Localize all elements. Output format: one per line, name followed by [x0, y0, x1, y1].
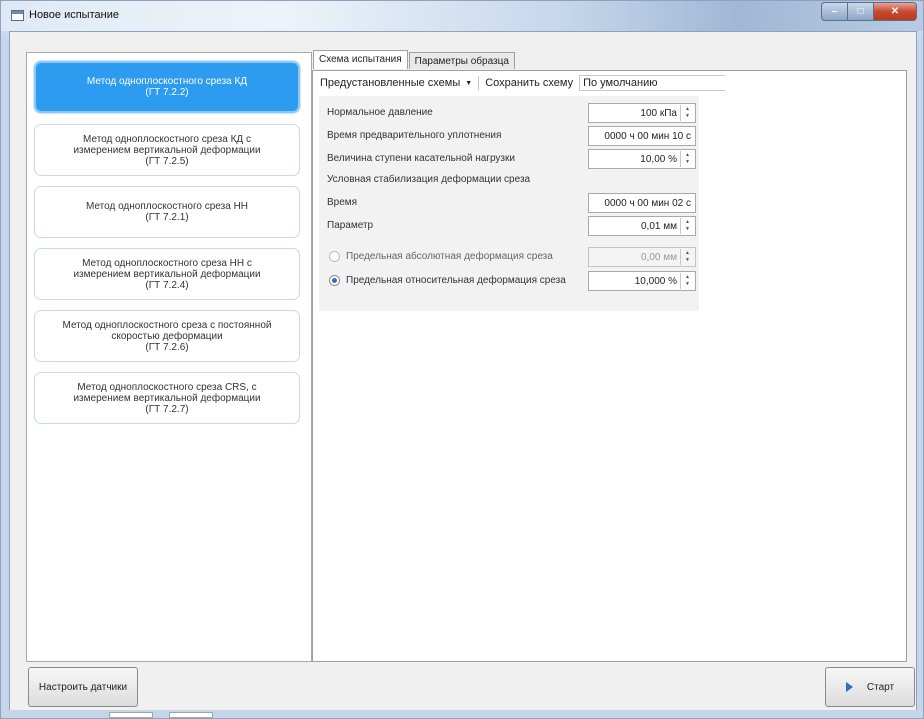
maximize-button[interactable]: □	[847, 2, 873, 21]
tab-test-scheme[interactable]: Схема испытания	[313, 50, 408, 69]
method-item-text: Метод одноплоскостного среза с постоянно…	[62, 319, 272, 353]
tab-strip: Схема испытания Параметры образца	[313, 50, 516, 69]
close-button[interactable]: ✕	[873, 2, 917, 21]
method-item-text: Метод одноплоскостного среза НН с измере…	[73, 257, 261, 291]
tab-sample-params[interactable]: Параметры образца	[408, 52, 515, 69]
play-icon	[845, 682, 853, 692]
title-bar[interactable]: Новое испытание – □ ✕	[1, 1, 923, 31]
configure-sensors-button[interactable]: Настроить датчики	[28, 667, 138, 707]
scheme-toolbar: Предустановленные схемы ▼ Сохранить схем…	[313, 71, 906, 95]
spinner-arrows-icon[interactable]: ▲ ▼	[680, 249, 694, 265]
scheme-name-field[interactable]: По умолчанию	[579, 75, 726, 91]
window-icon	[11, 10, 24, 21]
stab-time-input[interactable]: 0000 ч 00 мин 02 с	[588, 193, 696, 213]
taskbar-strip	[1, 710, 923, 718]
method-item-nn[interactable]: Метод одноплоскостного среза НН (ГТ 7.2.…	[34, 186, 300, 238]
maximize-icon: □	[857, 6, 864, 17]
window-title: Новое испытание	[29, 9, 119, 21]
method-item-constant-rate[interactable]: Метод одноплоскостного среза с постоянно…	[34, 310, 300, 362]
close-icon: ✕	[890, 6, 900, 17]
method-item-text: Метод одноплоскостного среза КД (ГТ 7.2.…	[86, 76, 248, 98]
taskbar-tab[interactable]	[109, 712, 153, 718]
method-item-kd-vertical[interactable]: Метод одноплоскостного среза КД с измере…	[34, 124, 300, 176]
abs-limit-input[interactable]: 0,00 мм ▲ ▼	[588, 247, 696, 267]
preconsolidation-time-input[interactable]: 0000 ч 00 мин 10 с	[588, 126, 696, 146]
preconsolidation-time-label: Время предварительного уплотнения	[327, 130, 502, 141]
method-item-kd[interactable]: Метод одноплоскостного среза КД (ГТ 7.2.…	[34, 61, 300, 113]
save-scheme-button[interactable]: Сохранить схему	[481, 77, 577, 89]
toolbar-separator	[478, 76, 480, 90]
taskbar-tab[interactable]	[169, 712, 213, 718]
spinner-arrows-icon[interactable]: ▲ ▼	[680, 151, 694, 167]
stab-time-label: Время	[327, 197, 358, 208]
minimize-icon: –	[831, 6, 838, 17]
start-button[interactable]: Старт	[825, 667, 915, 707]
rel-limit-radio[interactable]	[329, 275, 340, 286]
method-item-text: Метод одноплоскостного среза КД с измере…	[73, 133, 261, 167]
tab-panel-test-scheme: Предустановленные схемы ▼ Сохранить схем…	[312, 70, 907, 662]
normal-pressure-input[interactable]: 100 кПа ▲ ▼	[588, 103, 696, 123]
spinner-arrows-icon[interactable]: ▲ ▼	[680, 105, 694, 121]
stab-param-input[interactable]: 0,01 мм ▲ ▼	[588, 216, 696, 236]
stabilization-header: Условная стабилизация деформации среза	[327, 174, 531, 185]
rel-limit-label: Предельная относительная деформация срез…	[346, 275, 566, 286]
abs-limit-label: Предельная абсолютная деформация среза	[346, 251, 553, 262]
dropdown-arrow-icon: ▼	[465, 79, 473, 87]
stab-param-label: Параметр	[327, 220, 374, 231]
shear-step-label: Величина ступени касательной нагрузки	[327, 153, 515, 164]
method-item-nn-vertical[interactable]: Метод одноплоскостного среза НН с измере…	[34, 248, 300, 300]
shear-step-input[interactable]: 10,00 % ▲ ▼	[588, 149, 696, 169]
method-item-text: Метод одноплоскостного среза НН (ГТ 7.2.…	[85, 201, 249, 223]
rel-limit-input[interactable]: 10,000 % ▲ ▼	[588, 271, 696, 291]
presets-dropdown[interactable]: Предустановленные схемы ▼	[316, 77, 476, 89]
app-window: Новое испытание – □ ✕ Метод одноплоскост…	[0, 0, 924, 719]
spinner-arrows-icon[interactable]: ▲ ▼	[680, 273, 694, 289]
minimize-button[interactable]: –	[821, 2, 847, 21]
abs-limit-radio[interactable]	[329, 251, 340, 262]
client-area: Метод одноплоскостного среза КД (ГТ 7.2.…	[9, 31, 917, 714]
method-item-text: Метод одноплоскостного среза CRS, с изме…	[73, 381, 261, 415]
spinner-arrows-icon[interactable]: ▲ ▼	[680, 218, 694, 234]
normal-pressure-label: Нормальное давление	[327, 107, 433, 118]
method-item-crs-vertical[interactable]: Метод одноплоскостного среза CRS, с изме…	[34, 372, 300, 424]
method-list: Метод одноплоскостного среза КД (ГТ 7.2.…	[26, 52, 312, 662]
caption-buttons: – □ ✕	[821, 2, 917, 21]
